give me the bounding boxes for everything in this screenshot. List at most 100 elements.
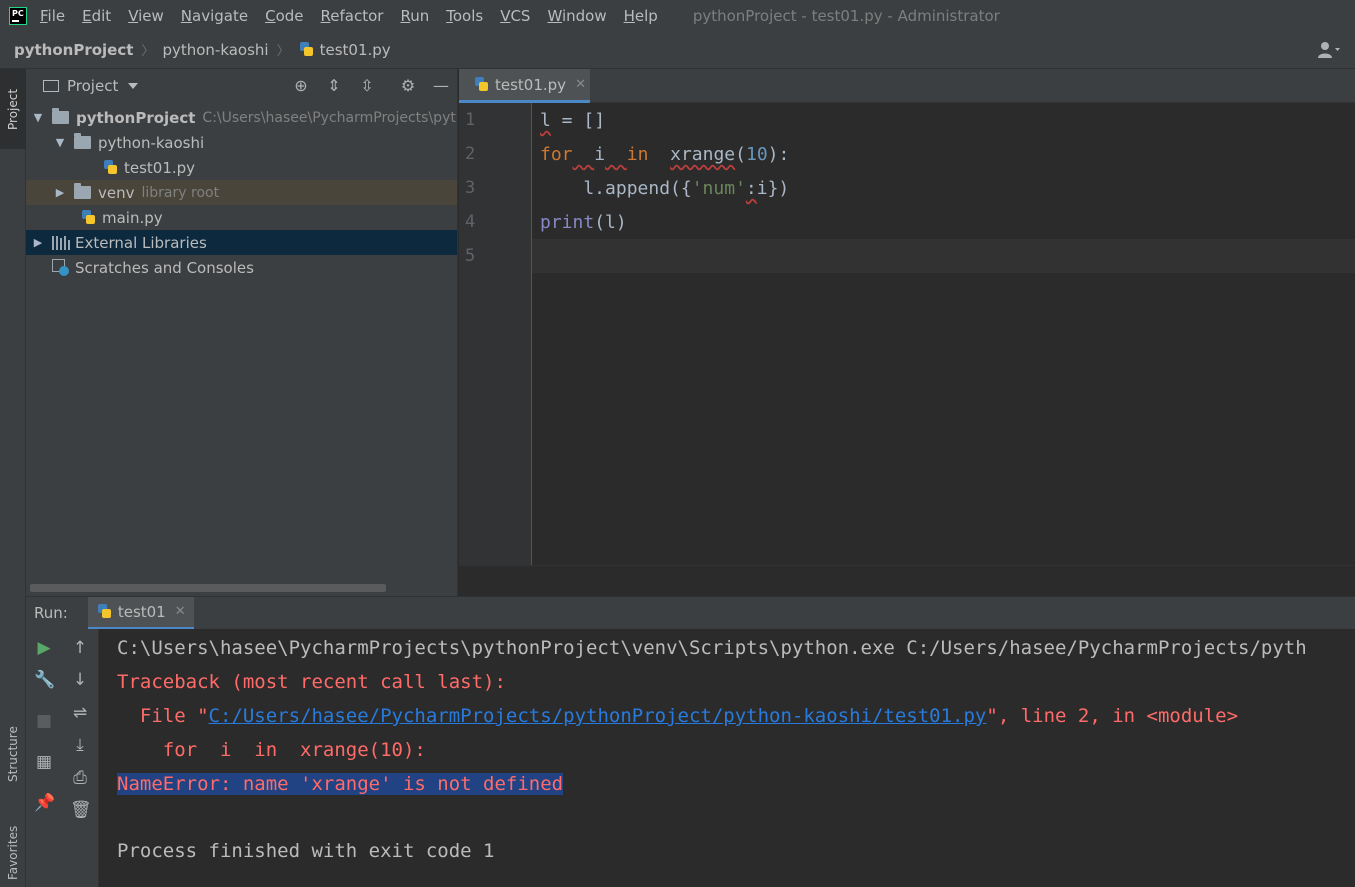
folder-icon xyxy=(52,108,69,124)
user-account-icon[interactable] xyxy=(1317,41,1341,59)
tree-item-scratches[interactable]: Scratches and Consoles xyxy=(26,255,457,280)
chevron-down-icon[interactable]: ▼ xyxy=(54,136,66,149)
editor-tab-test01[interactable]: test01.py ✕ xyxy=(459,69,590,103)
tree-item-hint: library root xyxy=(141,184,220,201)
tool-tab-structure[interactable]: Structure xyxy=(0,709,26,799)
tree-root-path: C:\Users\hasee\PycharmProjects\pyt xyxy=(202,109,456,126)
run-tab-test01[interactable]: test01 ✕ xyxy=(87,596,194,630)
menu-file[interactable]: File xyxy=(40,7,65,25)
project-view-icon xyxy=(43,80,59,92)
project-panel: Project ⊕ ⇕ ⇳ ⚙ — ▼ pythonProject C:\Use… xyxy=(26,69,458,596)
console-code-echo: for i in xrange(10): xyxy=(117,739,426,761)
run-console[interactable]: C:\Users\hasee\PycharmProjects\pythonPro… xyxy=(99,629,1355,887)
menu-window[interactable]: Window xyxy=(547,7,606,25)
project-panel-header: Project ⊕ ⇕ ⇳ ⚙ — xyxy=(26,69,457,103)
chevron-down-icon[interactable]: ▼ xyxy=(32,111,44,124)
wrench-icon[interactable]: 🔧 xyxy=(34,670,55,690)
line-number-gutter: 1 2 3 4 5 xyxy=(459,103,532,565)
breadcrumb-file[interactable]: test01.py xyxy=(320,41,391,59)
python-file-icon xyxy=(298,41,314,58)
run-tab-label: test01 xyxy=(117,602,166,621)
chevron-down-icon[interactable] xyxy=(128,83,139,89)
tree-item-label: External Libraries xyxy=(75,233,207,252)
menu-refactor[interactable]: Refactor xyxy=(321,7,384,25)
expand-all-icon[interactable]: ⇕ xyxy=(325,77,343,95)
tool-tab-favorites[interactable]: Favorites xyxy=(0,819,26,887)
arrow-up-icon[interactable]: ↑ xyxy=(70,638,90,658)
print-icon[interactable]: ⎙ xyxy=(70,768,90,788)
run-toolbar-left: ▶ 🔧 ■ ▦ 📌 xyxy=(26,629,62,887)
tree-item-label: Scratches and Consoles xyxy=(75,258,254,277)
trash-icon[interactable]: 🗑 xyxy=(70,800,92,820)
minimize-icon[interactable]: — xyxy=(432,77,450,95)
console-file-line: File "C:/Users/hasee/PycharmProjects/pyt… xyxy=(117,705,1239,727)
breadcrumb-separator-icon: 〉 xyxy=(141,44,155,59)
folder-icon xyxy=(74,133,91,149)
tree-item-venv[interactable]: ▶ venv library root xyxy=(26,180,457,205)
run-panel-header: Run: test01 ✕ xyxy=(26,596,1355,630)
folder-icon xyxy=(74,183,91,199)
console-traceback-line: Traceback (most recent call last): xyxy=(117,671,506,693)
window-title: pythonProject - test01.py - Administrato… xyxy=(692,6,1000,25)
tree-item-test01[interactable]: test01.py xyxy=(26,155,457,180)
breadcrumb-folder[interactable]: python-kaoshi xyxy=(162,41,268,59)
rerun-icon[interactable]: ▶ xyxy=(34,638,54,658)
tree-item-main[interactable]: main.py xyxy=(26,205,457,230)
console-file-link[interactable]: C:/Users/hasee/PycharmProjects/pythonPro… xyxy=(209,705,987,727)
tree-item-label: test01.py xyxy=(124,158,196,177)
code-line-4: print(l) xyxy=(540,212,627,233)
tool-tab-project[interactable]: Project xyxy=(0,69,26,149)
soft-wrap-icon[interactable]: ⇌ xyxy=(70,703,90,723)
pycharm-logo-icon: PC xyxy=(9,6,27,25)
tree-item-root[interactable]: ▼ pythonProject C:\Users\hasee\PycharmPr… xyxy=(26,105,457,130)
python-file-icon xyxy=(473,76,489,93)
console-error-line: NameError: name 'xrange' is not defined xyxy=(117,773,564,795)
library-icon xyxy=(52,235,70,250)
breadcrumb-separator-icon: 〉 xyxy=(276,44,290,59)
collapse-all-icon[interactable]: ⇳ xyxy=(358,77,376,95)
line-number: 1 xyxy=(465,110,476,130)
editor-tabs: test01.py ✕ xyxy=(459,69,1355,103)
close-icon[interactable]: ✕ xyxy=(175,604,186,619)
current-line-highlight xyxy=(532,239,1355,273)
tree-item-python-kaoshi[interactable]: ▼ python-kaoshi xyxy=(26,130,457,155)
code-line-2: for i in xrange(10): xyxy=(540,144,790,165)
layout-icon[interactable]: ▦ xyxy=(34,752,54,772)
tree-item-external-libraries[interactable]: ▶ External Libraries xyxy=(26,230,457,255)
menu-tools[interactable]: Tools xyxy=(446,7,483,25)
code-line-1: l = [] xyxy=(540,110,606,131)
breadcrumb: pythonProject 〉 python-kaoshi 〉 test01.p… xyxy=(0,31,1355,69)
python-file-icon xyxy=(102,159,118,176)
line-number: 3 xyxy=(465,178,476,198)
menu-bar: PC File Edit View Navigate Code Refactor… xyxy=(0,0,1355,31)
console-exit-line: Process finished with exit code 1 xyxy=(117,840,495,862)
locate-icon[interactable]: ⊕ xyxy=(292,77,310,95)
project-tree: ▼ pythonProject C:\Users\hasee\PycharmPr… xyxy=(26,103,457,280)
chevron-right-icon[interactable]: ▶ xyxy=(32,236,44,249)
left-tool-strip: Project Structure Favorites xyxy=(0,69,26,887)
menu-edit[interactable]: Edit xyxy=(82,7,111,25)
stop-icon[interactable]: ■ xyxy=(34,711,54,731)
chevron-right-icon[interactable]: ▶ xyxy=(54,186,66,199)
scroll-to-end-icon[interactable]: ⤓ xyxy=(70,735,90,755)
pin-icon[interactable]: 📌 xyxy=(34,793,55,813)
horizontal-scrollbar[interactable] xyxy=(30,584,386,592)
run-toolbar-right: ↑ ↓ ⇌ ⤓ ⎙ 🗑 xyxy=(62,629,99,887)
menu-vcs[interactable]: VCS xyxy=(500,7,530,25)
arrow-down-icon[interactable]: ↓ xyxy=(70,670,90,690)
code-line-3: l.append({'num':i}) xyxy=(540,178,790,199)
line-number: 4 xyxy=(465,212,476,232)
code-editor[interactable]: l = [] for i in xrange(10): l.append({'n… xyxy=(532,103,1355,565)
gear-icon[interactable]: ⚙ xyxy=(399,77,417,95)
python-file-icon xyxy=(80,209,96,226)
menu-view[interactable]: View xyxy=(128,7,164,25)
project-panel-title[interactable]: Project xyxy=(67,77,118,95)
menu-run[interactable]: Run xyxy=(400,7,429,25)
close-icon[interactable]: ✕ xyxy=(575,77,586,92)
menu-code[interactable]: Code xyxy=(265,7,303,25)
menu-help[interactable]: Help xyxy=(624,7,658,25)
menu-navigate[interactable]: Navigate xyxy=(181,7,248,25)
editor-tab-label: test01.py xyxy=(495,75,567,94)
breadcrumb-project[interactable]: pythonProject xyxy=(14,41,133,59)
scratches-icon xyxy=(52,258,70,277)
